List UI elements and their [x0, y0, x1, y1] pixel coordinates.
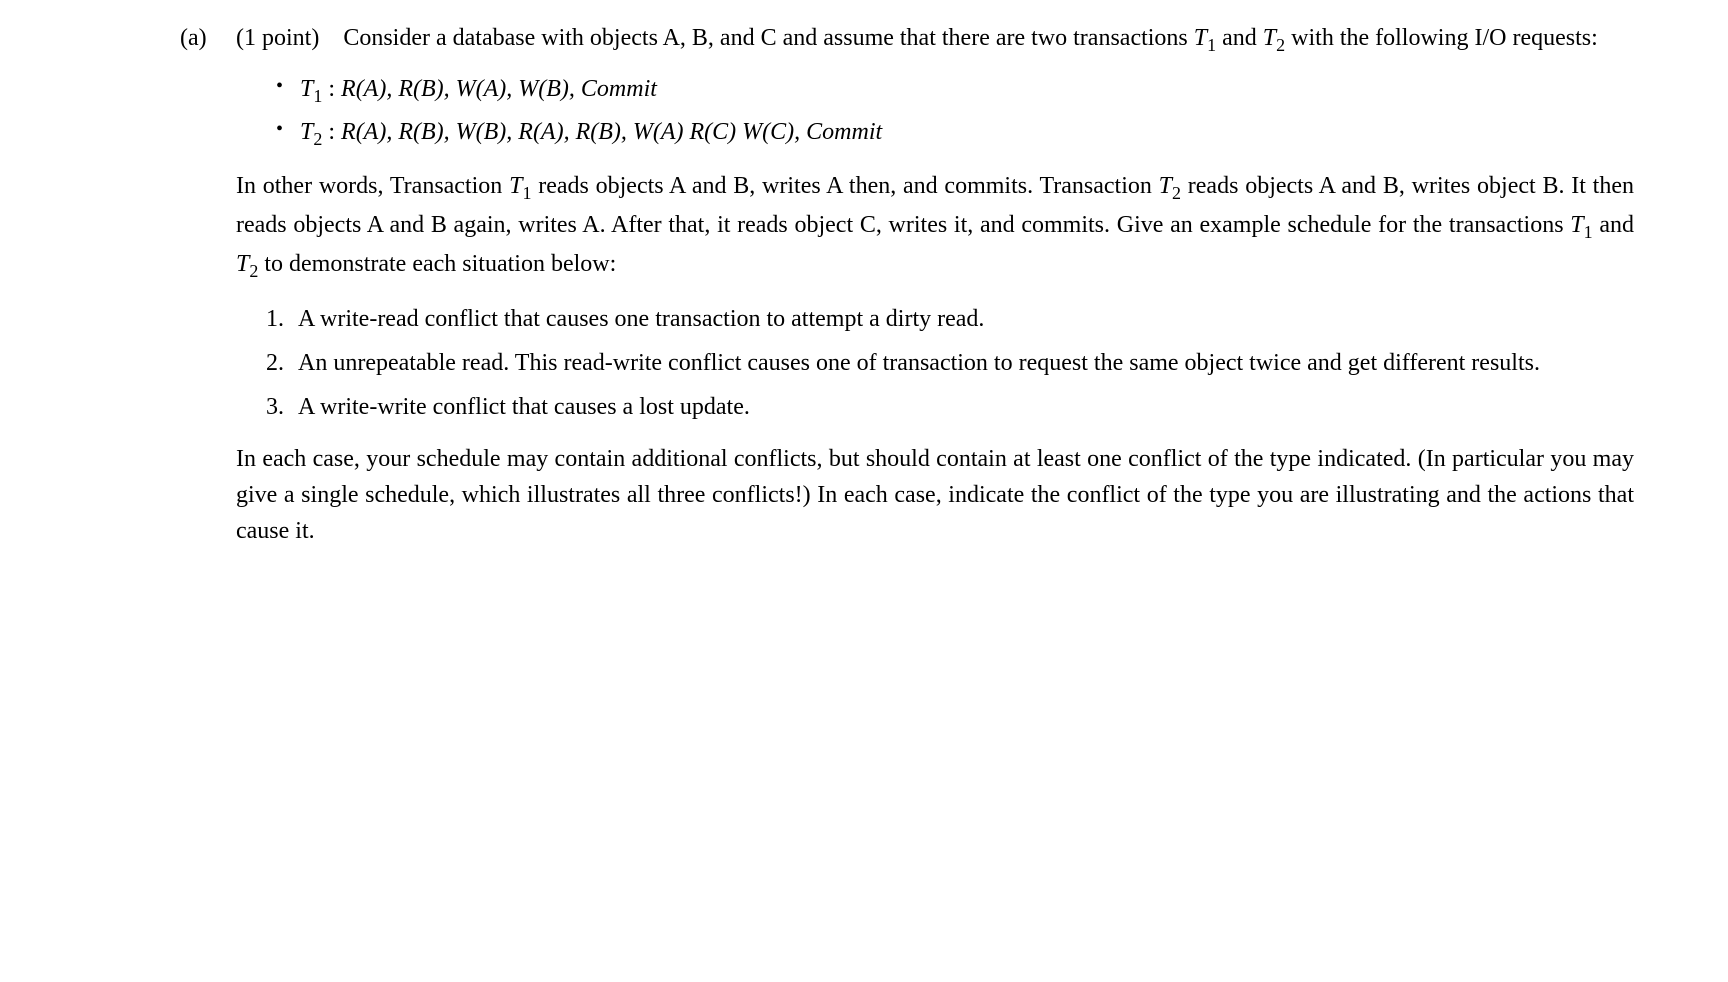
- intro-and: and: [1216, 25, 1263, 51]
- var-t2: T: [1159, 173, 1172, 199]
- var-t1: T: [1570, 212, 1583, 238]
- transaction-t1: T1 : R(A), R(B), W(A), W(B), Commit: [300, 76, 657, 102]
- bullet-list: T1 : R(A), R(B), W(A), W(B), Commit T2 :…: [236, 71, 1634, 153]
- item-number: 2.: [266, 345, 284, 381]
- t2-ops: R(A), R(B), W(B), R(A), R(B), W(A) R(C) …: [341, 119, 882, 145]
- closing-paragraph: In each case, your schedule may contain …: [236, 441, 1634, 549]
- description-paragraph: In other words, Transaction T1 reads obj…: [236, 168, 1634, 284]
- intro-text: (1 point) Consider a database with objec…: [236, 20, 1634, 59]
- var-t2: T: [1263, 25, 1276, 51]
- part-body: (1 point) Consider a database with objec…: [236, 20, 1634, 549]
- item-text: A write-read conflict that causes one tr…: [298, 306, 984, 332]
- var-t2-sub: 2: [1276, 35, 1285, 55]
- list-item: 1. A write-read conflict that causes one…: [266, 301, 1634, 337]
- points-label: (1 point): [236, 25, 319, 51]
- t1-ops: R(A), R(B), W(A), W(B), Commit: [341, 76, 657, 102]
- list-item: 3. A write-write conflict that causes a …: [266, 389, 1634, 425]
- item-text: A write-write conflict that causes a los…: [298, 394, 750, 420]
- item-number: 1.: [266, 301, 284, 337]
- var-t1-sub: 1: [1207, 35, 1216, 55]
- transaction-t2: T2 : R(A), R(B), W(B), R(A), R(B), W(A) …: [300, 119, 882, 145]
- intro-prefix: Consider a database with objects A, B, a…: [343, 25, 1193, 51]
- intro-suffix: with the following I/O requests:: [1285, 25, 1598, 51]
- list-item: 2. An unrepeatable read. This read-write…: [266, 345, 1634, 381]
- enumerated-list: 1. A write-read conflict that causes one…: [236, 301, 1634, 425]
- part-label: (a): [180, 20, 230, 56]
- var-t1: T: [1194, 25, 1207, 51]
- item-text: An unrepeatable read. This read-write co…: [298, 350, 1540, 376]
- var-t2: T: [236, 251, 249, 277]
- bullet-item: T2 : R(A), R(B), W(B), R(A), R(B), W(A) …: [276, 114, 1634, 153]
- var-t1: T: [509, 173, 522, 199]
- item-number: 3.: [266, 389, 284, 425]
- bullet-item: T1 : R(A), R(B), W(A), W(B), Commit: [276, 71, 1634, 110]
- exercise-part: (a) (1 point) Consider a database with o…: [180, 20, 1638, 549]
